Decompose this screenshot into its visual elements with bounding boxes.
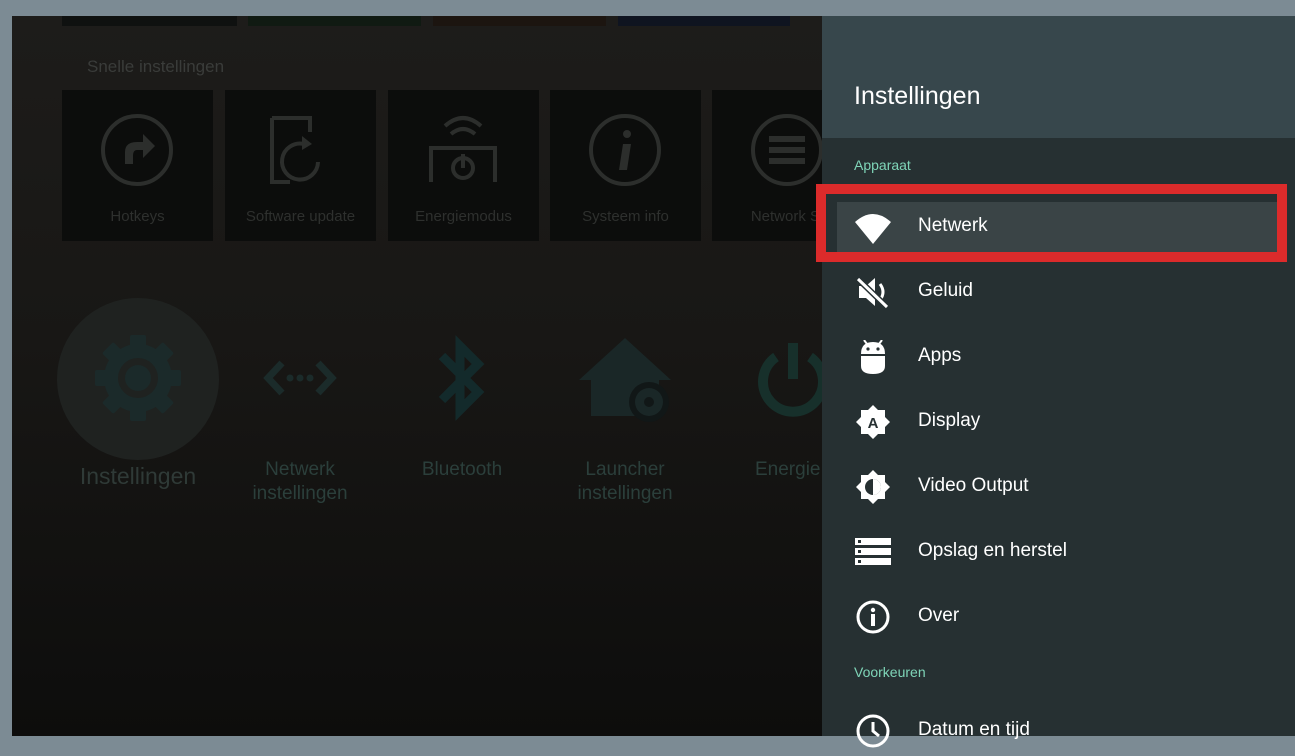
- app-instellingen[interactable]: Instellingen: [57, 298, 219, 488]
- quick-tile-energiemodus[interactable]: Energiemodus: [388, 90, 539, 241]
- highlight-frame: [816, 184, 1287, 262]
- svg-text:A: A: [868, 415, 879, 432]
- gear-icon: [95, 335, 181, 421]
- section-title-voorkeuren: Voorkeuren: [854, 664, 926, 680]
- settings-item-apps[interactable]: Apps: [837, 332, 1281, 382]
- info-icon: [589, 114, 661, 186]
- app-netwerk-instellingen[interactable]: Netwerk instellingen: [219, 298, 381, 506]
- bluetooth-icon: [438, 335, 485, 421]
- storage-icon: [855, 538, 891, 565]
- quick-tile-systeem-info[interactable]: Systeem info: [550, 90, 701, 241]
- info-icon: [856, 600, 890, 634]
- quick-tile-label: Systeem info: [582, 208, 669, 225]
- android-icon: [861, 340, 885, 374]
- quick-tile-hotkeys[interactable]: Hotkeys: [62, 90, 213, 241]
- settings-item-label: Datum en tijd: [918, 719, 1030, 740]
- settings-item-geluid[interactable]: Geluid: [837, 267, 1281, 317]
- app-label: Netwerk instellingen: [252, 459, 348, 504]
- settings-item-display[interactable]: A Display: [837, 397, 1281, 447]
- recent-thumbnail[interactable]: [433, 16, 606, 26]
- recent-thumbnail[interactable]: [618, 16, 790, 26]
- app-bluetooth[interactable]: Bluetooth: [381, 298, 543, 482]
- settings-item-label: Opslag en herstel: [918, 540, 1067, 561]
- settings-item-label: Display: [918, 410, 981, 431]
- page-title: Instellingen: [854, 82, 981, 110]
- quick-tile-label: Software update: [245, 208, 356, 225]
- brightness-icon: [856, 470, 890, 504]
- quick-tile-label: Energiemodus: [415, 208, 512, 225]
- settings-item-label: Apps: [918, 345, 962, 366]
- settings-header: Instellingen: [822, 16, 1295, 138]
- display-icon: A: [856, 405, 890, 439]
- app-launcher-instellingen[interactable]: Launcher instellingen: [544, 298, 706, 506]
- network-status-icon: [751, 114, 823, 186]
- power-mode-icon: [429, 116, 497, 182]
- settings-item-over[interactable]: Over: [837, 592, 1281, 642]
- settings-item-label: Video Output: [918, 475, 1029, 496]
- settings-panel: Instellingen Apparaat Netwerk Geluid App…: [822, 16, 1295, 748]
- recent-thumbnail[interactable]: [62, 16, 237, 26]
- recent-thumbnail[interactable]: [248, 16, 421, 26]
- app-label: Instellingen: [79, 463, 197, 489]
- sound-muted-icon: [855, 276, 890, 309]
- launcher-settings-icon: [579, 338, 671, 422]
- settings-item-video-output[interactable]: Video Output: [837, 462, 1281, 512]
- settings-item-label: Over: [918, 605, 960, 626]
- section-title-apparaat: Apparaat: [854, 157, 911, 173]
- settings-item-label: Geluid: [918, 280, 973, 301]
- network-settings-icon: [263, 360, 337, 396]
- settings-item-datum-en-tijd[interactable]: Datum en tijd: [837, 706, 1281, 756]
- settings-item-opslag[interactable]: Opslag en herstel: [837, 527, 1281, 577]
- app-label: Launcher instellingen: [577, 459, 673, 504]
- app-label: Bluetooth: [421, 459, 503, 480]
- shortcut-arrow-icon: [101, 114, 173, 186]
- quick-settings-heading: Snelle instellingen: [87, 57, 225, 76]
- quick-tile-software-update[interactable]: Software update: [225, 90, 376, 241]
- software-update-icon: [270, 116, 320, 184]
- quick-tile-label: Hotkeys: [110, 208, 165, 225]
- clock-icon: [856, 714, 890, 748]
